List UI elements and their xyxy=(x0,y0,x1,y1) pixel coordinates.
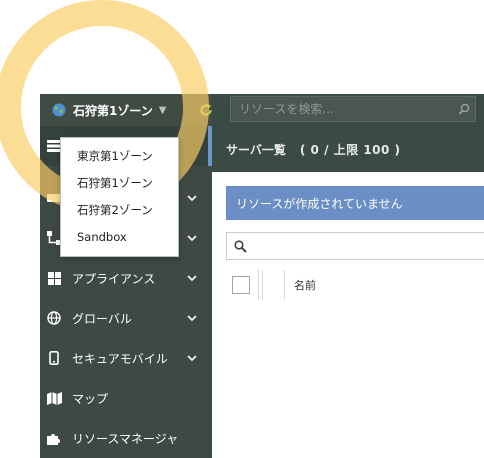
top-bar: 石狩第1ゾーン ▼ xyxy=(40,94,484,126)
empty-state-banner: リソースが作成されていません xyxy=(226,186,484,220)
chevron-down-icon xyxy=(186,195,198,201)
sidebar-item-label: リソースマネージャ xyxy=(72,431,179,446)
sidebar-item-secure-mobile[interactable]: セキュアモバイル xyxy=(40,338,212,378)
zone-dropdown-menu: 東京第1ゾーン 石狩第1ゾーン 石狩第2ゾーン Sandbox xyxy=(60,137,179,257)
map-icon xyxy=(46,390,62,406)
column-divider xyxy=(284,270,285,300)
zone-selector[interactable]: 石狩第1ゾーン ▼ xyxy=(40,94,212,126)
globe-icon xyxy=(46,310,62,326)
search-input[interactable] xyxy=(231,101,453,117)
resource-search[interactable] xyxy=(230,96,476,122)
table-header: 名前 xyxy=(226,268,484,302)
zone-name: 石狩第1ゾーン xyxy=(73,103,153,118)
sidebar-item-global[interactable]: グローバル xyxy=(40,298,212,338)
sidebar-item-map[interactable]: マップ xyxy=(40,378,212,418)
zone-option-ishikari1[interactable]: 石狩第1ゾーン xyxy=(61,170,178,197)
sidebar-item-label: セキュアモバイル xyxy=(72,351,168,366)
filter-input[interactable] xyxy=(251,238,484,254)
select-all-checkbox[interactable] xyxy=(232,276,250,294)
main-panel: サーバ一覧 ( 0 / 上限 100 ) リソースが作成されていません 名前 xyxy=(212,126,484,458)
page-title: サーバ一覧 xyxy=(226,142,286,157)
sidebar-item-label: マップ xyxy=(72,391,109,406)
appliance-icon xyxy=(46,270,62,286)
column-divider xyxy=(258,270,259,300)
caret-down-icon: ▼ xyxy=(158,104,167,116)
mobile-icon xyxy=(46,350,62,366)
globe-icon xyxy=(52,103,66,117)
chevron-down-icon xyxy=(186,235,198,241)
sidebar-item-label: グローバル xyxy=(72,311,132,326)
zone-option-sandbox[interactable]: Sandbox xyxy=(61,224,178,251)
zone-option-ishikari2[interactable]: 石狩第2ゾーン xyxy=(61,197,178,224)
resource-count: ( 0 / 上限 100 ) xyxy=(299,142,401,157)
column-header-name[interactable]: 名前 xyxy=(294,277,316,293)
chevron-down-icon xyxy=(186,355,198,361)
list-header: サーバ一覧 ( 0 / 上限 100 ) xyxy=(212,126,484,172)
search-icon xyxy=(229,239,251,253)
filter-box[interactable] xyxy=(226,232,484,260)
sidebar-item-resource-manager[interactable]: リソースマネージャ xyxy=(40,418,212,458)
chevron-down-icon xyxy=(186,315,198,321)
sidebar-item-label: アプライアンス xyxy=(72,271,156,286)
refresh-icon[interactable] xyxy=(190,94,222,126)
zone-option-tokyo1[interactable]: 東京第1ゾーン xyxy=(61,143,178,170)
empty-state-message: リソースが作成されていません xyxy=(236,196,403,211)
sidebar-item-appliance[interactable]: アプライアンス xyxy=(40,258,212,298)
chevron-down-icon xyxy=(186,275,198,281)
search-icon[interactable] xyxy=(453,103,475,115)
column-divider xyxy=(262,270,263,300)
puzzle-icon xyxy=(46,430,62,446)
